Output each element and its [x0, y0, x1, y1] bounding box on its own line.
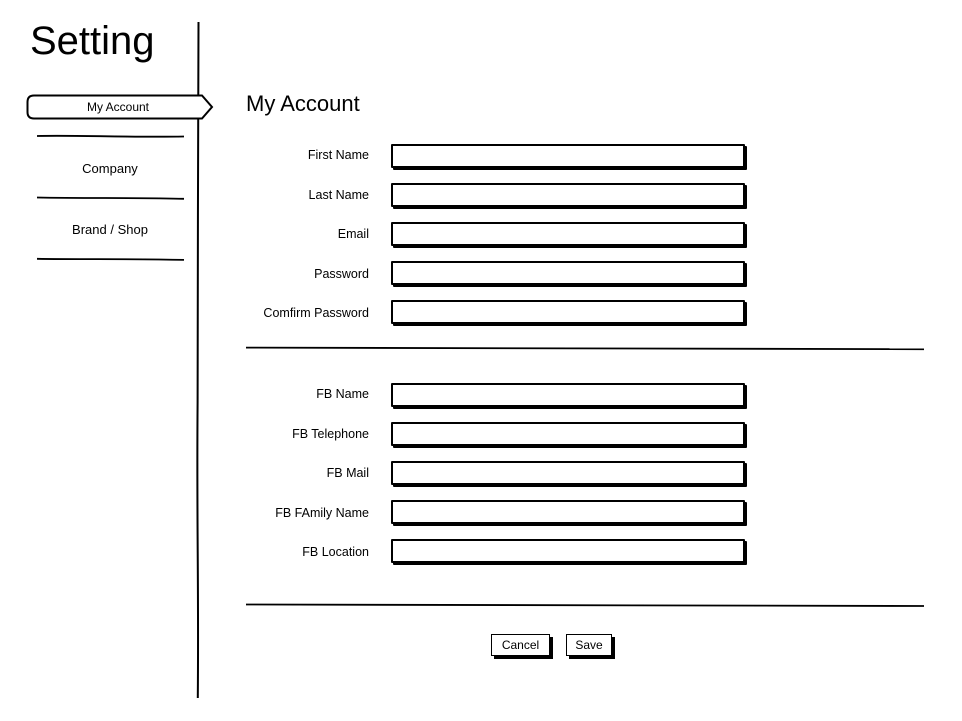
password-label: Password [314, 267, 369, 281]
confirm-password-label: Comfirm Password [263, 306, 369, 320]
fb-family-name-label: FB FAmily Name [275, 506, 369, 520]
section-divider [245, 346, 925, 351]
fb-mail-field[interactable] [391, 461, 745, 485]
section-divider [245, 603, 925, 607]
fb-location-label: FB Location [302, 545, 369, 559]
confirm-password-field[interactable] [391, 300, 745, 324]
email-field[interactable] [391, 222, 745, 246]
fb-mail-label: FB Mail [326, 466, 369, 480]
sidebar-divider [196, 22, 200, 698]
password-field[interactable] [391, 261, 745, 285]
cancel-button[interactable]: Cancel [491, 634, 550, 656]
fb-name-label: FB Name [316, 387, 369, 401]
sidebar-item-company[interactable]: Company [36, 161, 184, 177]
fb-family-name-field[interactable] [391, 500, 745, 524]
sidebar-separator [36, 257, 185, 261]
first-name-label: First Name [307, 148, 369, 162]
last-name-label: Last Name [308, 188, 369, 202]
fb-telephone-field[interactable] [391, 422, 745, 446]
fb-name-field[interactable] [391, 383, 745, 407]
first-name-field[interactable] [391, 144, 745, 168]
save-button[interactable]: Save [566, 634, 612, 656]
fb-location-field[interactable] [391, 539, 745, 563]
section-title: My Account [246, 91, 360, 116]
last-name-field[interactable] [391, 183, 745, 207]
fb-telephone-label: FB Telephone [292, 427, 369, 441]
sidebar-separator [36, 134, 185, 138]
email-label: Email [337, 227, 369, 241]
page-title: Setting [30, 19, 155, 63]
sidebar-item-my-account[interactable]: My Account [28, 94, 208, 120]
